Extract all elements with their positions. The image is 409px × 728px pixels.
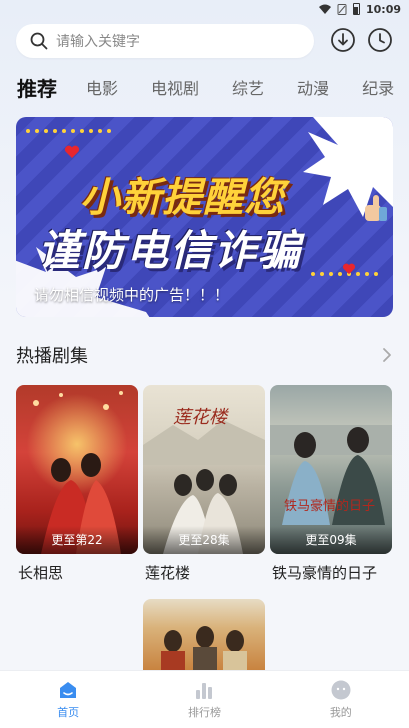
drama-list: 更至第22 长相思 莲花楼 更至28集 莲花楼 铁马豪情的日子 更至09集 铁马… [16,385,392,583]
battery-icon [352,3,360,15]
sim-icon [337,3,347,15]
tab-recommend[interactable]: 推荐 [17,73,57,102]
drama-poster-image: 莲花楼 更至28集 [143,385,265,554]
drama-poster-image: 更至第22 [16,385,138,554]
status-bar: 10:09 [0,0,409,18]
dots-decoration [26,129,111,133]
category-tabs: 推荐 电影 电视剧 综艺 动漫 纪录 [17,72,409,102]
drama-card[interactable]: 铁马豪情的日子 更至09集 铁马豪情的日子 [270,385,392,583]
heart-icon [64,145,80,158]
tab-movie[interactable]: 电影 [86,75,118,99]
drama-title: 铁马豪情的日子 [272,564,378,582]
thumbs-up-icon [365,195,387,221]
episode-badge: 更至第22 [16,526,138,554]
svg-text:莲花楼: 莲花楼 [173,407,229,428]
promo-banner[interactable]: 小新提醒您 谨防电信诈骗 请勿相信视频中的广告！！！ [16,117,393,317]
nav-home-label: 首页 [57,706,80,719]
search-placeholder: 请输入关键字 [56,34,140,50]
search-input[interactable]: 请输入关键字 [16,24,314,58]
drama-title: 莲花楼 [145,564,191,582]
banner-title-line2: 谨防电信诈骗 [38,226,303,275]
tab-documentary[interactable]: 纪录 [362,75,394,99]
drama-card[interactable]: 更至第22 长相思 [16,385,138,583]
tab-variety[interactable]: 综艺 [232,75,264,99]
drama-poster-partial[interactable] [143,599,265,671]
episode-badge: 更至09集 [270,526,392,554]
heart-icon [342,263,356,275]
download-icon[interactable] [330,27,356,53]
ranking-bars-icon [196,683,213,699]
section-title: 热播剧集 [16,346,88,367]
chevron-right-icon[interactable] [381,347,393,363]
nav-ranking[interactable]: 排行榜 [164,679,244,720]
nav-profile-label: 我的 [329,706,352,719]
drama-poster-image: 铁马豪情的日子 更至09集 [270,385,392,554]
search-row: 请输入关键字 [16,24,393,58]
status-time: 10:09 [365,2,401,16]
nav-profile[interactable]: 我的 [301,679,381,720]
banner-caption: 请勿相信视频中的广告！！！ [34,286,230,304]
nav-home[interactable]: 首页 [28,679,108,720]
wifi-icon [318,4,331,14]
tab-anime[interactable]: 动漫 [297,75,329,99]
episode-badge: 更至28集 [143,526,265,554]
drama-title: 长相思 [18,564,64,582]
drama-card[interactable]: 莲花楼 更至28集 莲花楼 [143,385,265,583]
profile-face-icon [331,680,351,700]
tab-tv-series[interactable]: 电视剧 [151,75,199,99]
hot-series-header: 热播剧集 [16,342,393,368]
svg-text:铁马豪情的日子: 铁马豪情的日子 [284,498,375,514]
nav-ranking-label: 排行榜 [187,706,221,719]
banner-title-line1: 小新提醒您 [80,175,285,221]
search-icon [30,32,48,50]
home-icon [60,682,77,698]
bottom-navigation: 首页 排行榜 我的 [0,670,409,728]
history-clock-icon[interactable] [367,27,393,53]
